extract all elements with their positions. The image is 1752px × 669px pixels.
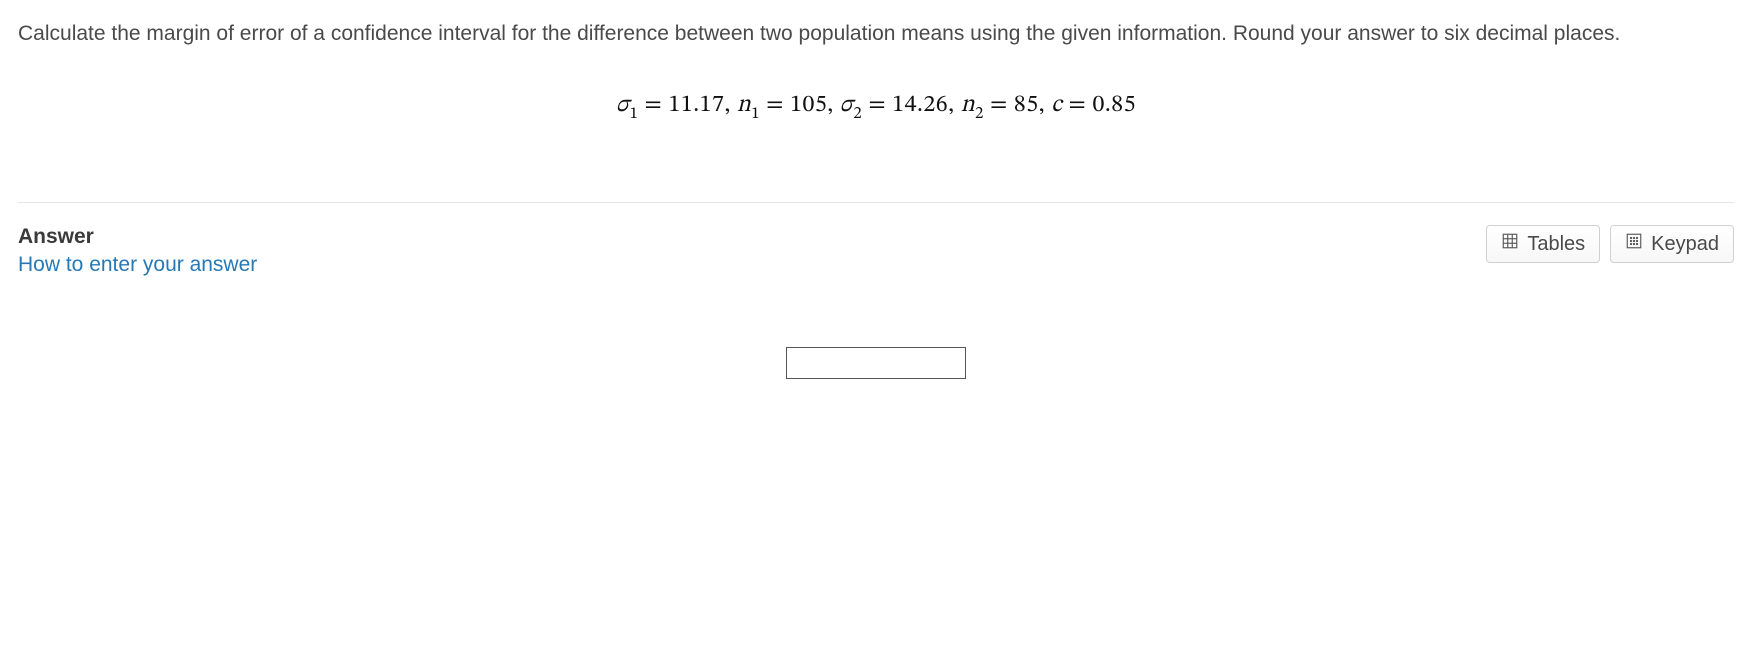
keypad-button-label: Keypad [1651,233,1719,256]
answer-heading: Answer [18,225,257,249]
answer-input[interactable] [786,347,966,379]
formula-display: σ1 = 11.17, n1 = 105, σ2 = 14.26, n2 = 8… [18,90,1734,123]
tables-button-label: Tables [1527,233,1585,256]
keypad-button[interactable]: Keypad [1610,225,1734,263]
n1-value: 105 [790,93,827,117]
tables-button[interactable]: Tables [1486,225,1600,263]
section-divider [18,202,1734,203]
tables-icon [1501,232,1519,256]
keypad-icon [1625,232,1643,256]
sigma1-value: 11.17 [668,93,724,117]
c-value: 0.85 [1092,93,1136,117]
sigma2-value: 14.26 [892,93,948,117]
question-text: Calculate the margin of error of a confi… [18,18,1734,50]
how-to-enter-link[interactable]: How to enter your answer [18,253,257,277]
n2-value: 85 [1014,93,1039,117]
